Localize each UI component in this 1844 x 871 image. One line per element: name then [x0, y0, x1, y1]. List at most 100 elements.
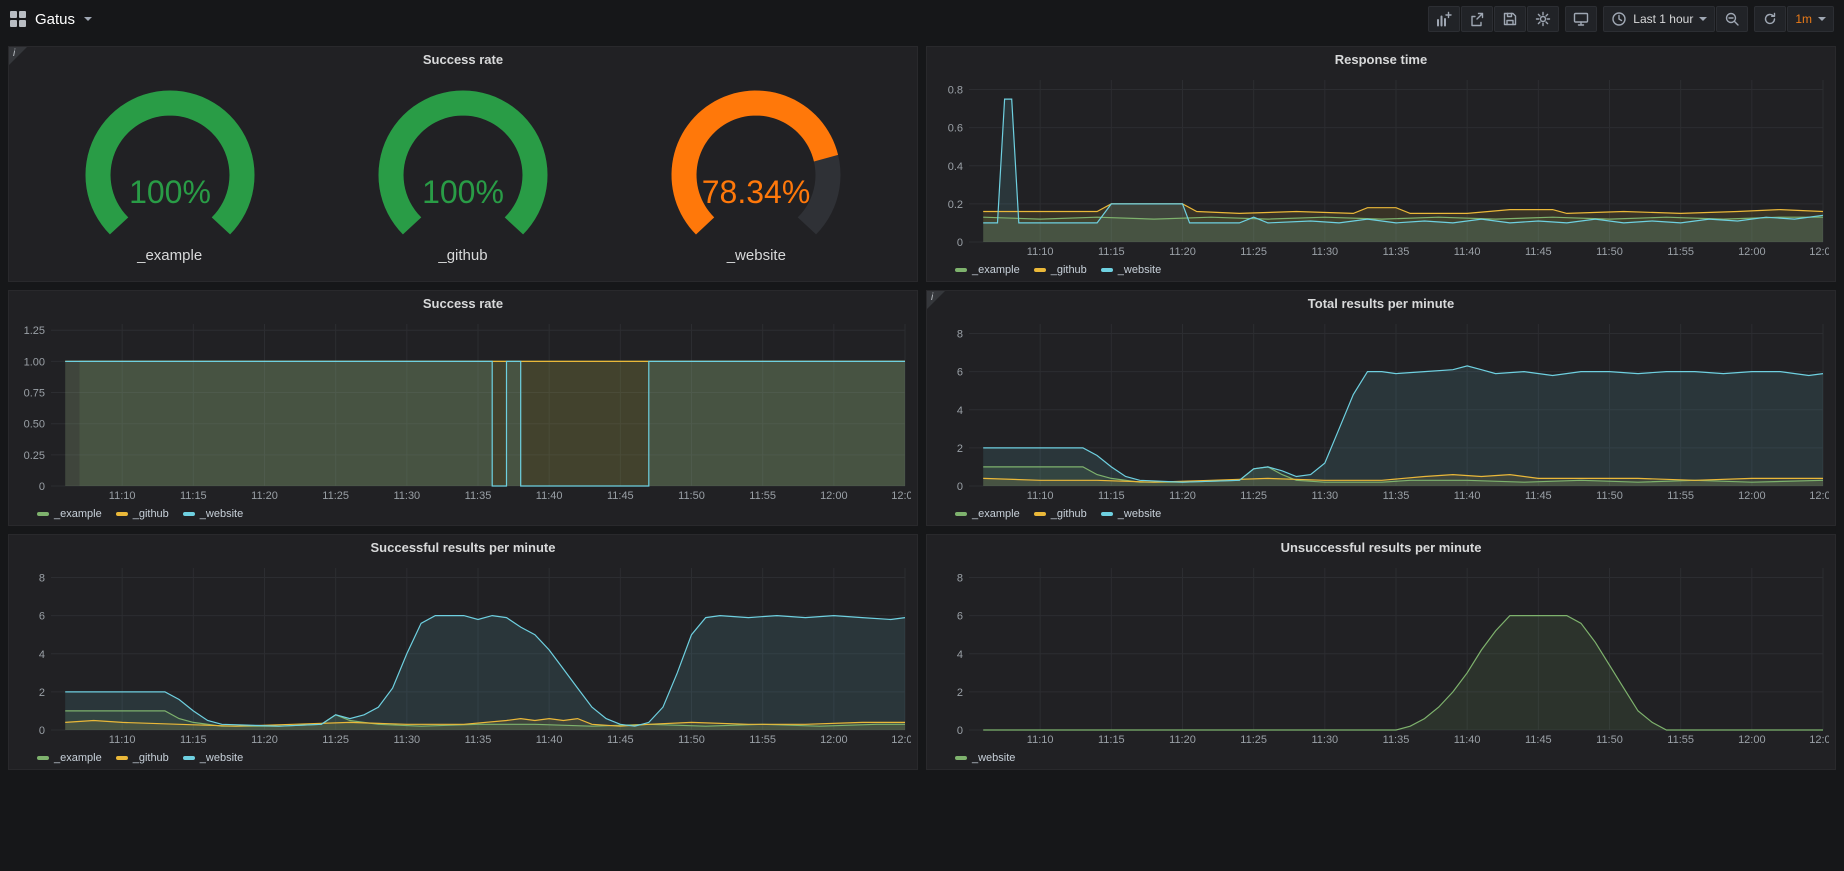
- legend-item-_website[interactable]: _website: [183, 752, 243, 764]
- legend-item-_website[interactable]: _website: [183, 508, 243, 520]
- svg-text:11:35: 11:35: [1383, 246, 1410, 258]
- legend-item-_github[interactable]: _github: [116, 508, 169, 520]
- legend-item-_website[interactable]: _website: [1101, 508, 1161, 520]
- plot-area[interactable]: 11:1011:1511:2011:2511:3011:3511:4011:45…: [15, 560, 911, 747]
- svg-text:1.25: 1.25: [24, 325, 45, 337]
- chart-svg[interactable]: 11:1011:1511:2011:2511:3011:3511:4011:45…: [933, 560, 1829, 747]
- plot-area[interactable]: 11:1011:1511:2011:2511:3011:3511:4011:45…: [933, 316, 1829, 503]
- share-button[interactable]: [1461, 6, 1493, 32]
- clock-icon: [1611, 11, 1627, 27]
- svg-text:11:50: 11:50: [1596, 490, 1623, 502]
- svg-text:11:15: 11:15: [180, 490, 207, 502]
- legend-label: _website: [1118, 508, 1161, 520]
- legend-item-_website[interactable]: _website: [1101, 264, 1161, 276]
- legend-item-_example[interactable]: _example: [37, 752, 102, 764]
- legend-item-_example[interactable]: _example: [955, 508, 1020, 520]
- svg-text:11:10: 11:10: [1027, 246, 1054, 258]
- svg-text:0.50: 0.50: [24, 419, 45, 431]
- legend-swatch-icon: [183, 756, 195, 760]
- svg-text:11:10: 11:10: [109, 734, 136, 746]
- gauge-label: _website: [727, 247, 786, 264]
- svg-text:12:00: 12:00: [1738, 490, 1766, 502]
- legend-label: _website: [972, 752, 1015, 764]
- legend-item-_example[interactable]: _example: [955, 264, 1020, 276]
- svg-text:11:35: 11:35: [465, 490, 492, 502]
- save-button[interactable]: [1494, 6, 1526, 32]
- panel-title[interactable]: Response time: [927, 47, 1835, 72]
- svg-text:4: 4: [957, 649, 963, 661]
- panel-info-icon[interactable]: i: [927, 291, 945, 309]
- legend-item-_github[interactable]: _github: [1034, 264, 1087, 276]
- svg-text:11:55: 11:55: [749, 490, 776, 502]
- zoom-out-button[interactable]: [1716, 6, 1748, 32]
- chart-svg[interactable]: 11:1011:1511:2011:2511:3011:3511:4011:45…: [933, 316, 1829, 503]
- svg-text:0.6: 0.6: [948, 123, 963, 135]
- legend-swatch-icon: [1101, 512, 1113, 516]
- panel-title[interactable]: Successful results per minute: [9, 535, 917, 560]
- time-range-picker[interactable]: Last 1 hour: [1603, 6, 1715, 32]
- svg-text:8: 8: [39, 573, 45, 585]
- info-glyph: i: [931, 292, 933, 303]
- plot-area[interactable]: 11:1011:1511:2011:2511:3011:3511:4011:45…: [933, 560, 1829, 747]
- legend-swatch-icon: [116, 512, 128, 516]
- svg-text:11:40: 11:40: [536, 734, 563, 746]
- svg-text:4: 4: [39, 649, 45, 661]
- tv-monitor-icon: [1573, 11, 1589, 27]
- svg-text:11:30: 11:30: [1311, 490, 1338, 502]
- legend-label: _github: [1051, 508, 1087, 520]
- chart-svg[interactable]: 11:1011:1511:2011:2511:3011:3511:4011:45…: [933, 72, 1829, 259]
- svg-text:0: 0: [39, 481, 45, 493]
- refresh-icon: [1762, 11, 1778, 27]
- share-icon: [1469, 11, 1485, 27]
- chevron-down-icon: [1818, 17, 1826, 21]
- legend-item-_github[interactable]: _github: [116, 752, 169, 764]
- svg-text:8: 8: [957, 329, 963, 341]
- svg-text:2: 2: [957, 443, 963, 455]
- legend-swatch-icon: [37, 512, 49, 516]
- panel-title[interactable]: Total results per minute: [927, 291, 1835, 316]
- legend-swatch-icon: [183, 512, 195, 516]
- svg-text:6: 6: [957, 367, 963, 379]
- svg-text:11:30: 11:30: [1311, 246, 1338, 258]
- gauge-row: 100%_example100%_github78.34%_website: [9, 72, 917, 281]
- chart-svg[interactable]: 11:1011:1511:2011:2511:3011:3511:4011:45…: [15, 316, 911, 503]
- svg-text:11:35: 11:35: [1383, 490, 1410, 502]
- svg-text:1.00: 1.00: [24, 356, 45, 368]
- refresh-button[interactable]: [1754, 6, 1786, 32]
- settings-button[interactable]: [1527, 6, 1559, 32]
- panel-unsuccessful-results: Unsuccessful results per minute 11:1011:…: [926, 534, 1836, 770]
- svg-text:11:55: 11:55: [1667, 246, 1694, 258]
- panel-success-rate-gauges: i Success rate 100%_example100%_github78…: [8, 46, 918, 282]
- panel-title[interactable]: Success rate: [9, 291, 917, 316]
- gauge-arc: 100%: [45, 83, 295, 245]
- svg-text:11:45: 11:45: [607, 490, 634, 502]
- legend-item-_website[interactable]: _website: [955, 752, 1015, 764]
- panel-title[interactable]: Success rate: [9, 47, 917, 72]
- cycle-view-button[interactable]: [1565, 6, 1597, 32]
- svg-text:11:15: 11:15: [1098, 734, 1125, 746]
- refresh-interval-picker[interactable]: 1m: [1787, 6, 1834, 32]
- svg-text:11:45: 11:45: [607, 734, 634, 746]
- svg-text:11:20: 11:20: [251, 734, 278, 746]
- panel-info-icon[interactable]: i: [9, 47, 27, 65]
- panel-response-time: Response time 11:1011:1511:2011:2511:301…: [926, 46, 1836, 282]
- panel-title[interactable]: Unsuccessful results per minute: [927, 535, 1835, 560]
- svg-text:11:15: 11:15: [1098, 490, 1125, 502]
- svg-text:11:40: 11:40: [1454, 490, 1481, 502]
- svg-text:11:30: 11:30: [393, 490, 420, 502]
- svg-text:12:00: 12:00: [820, 734, 848, 746]
- legend-item-_example[interactable]: _example: [37, 508, 102, 520]
- legend-label: _example: [54, 508, 102, 520]
- gauge-arc: 78.34%: [631, 83, 881, 245]
- legend-item-_github[interactable]: _github: [1034, 508, 1087, 520]
- plot-area[interactable]: 11:1011:1511:2011:2511:3011:3511:4011:45…: [15, 316, 911, 503]
- chart-svg[interactable]: 11:1011:1511:2011:2511:3011:3511:4011:45…: [15, 560, 911, 747]
- save-icon: [1502, 11, 1518, 27]
- svg-text:11:50: 11:50: [1596, 734, 1623, 746]
- add-panel-button[interactable]: [1428, 6, 1460, 32]
- dashboard-picker[interactable]: Gatus: [10, 11, 92, 28]
- panel-successful-results: Successful results per minute 11:1011:15…: [8, 534, 918, 770]
- legend-label: _github: [133, 508, 169, 520]
- svg-text:0.25: 0.25: [24, 450, 45, 462]
- plot-area[interactable]: 11:1011:1511:2011:2511:3011:3511:4011:45…: [933, 72, 1829, 259]
